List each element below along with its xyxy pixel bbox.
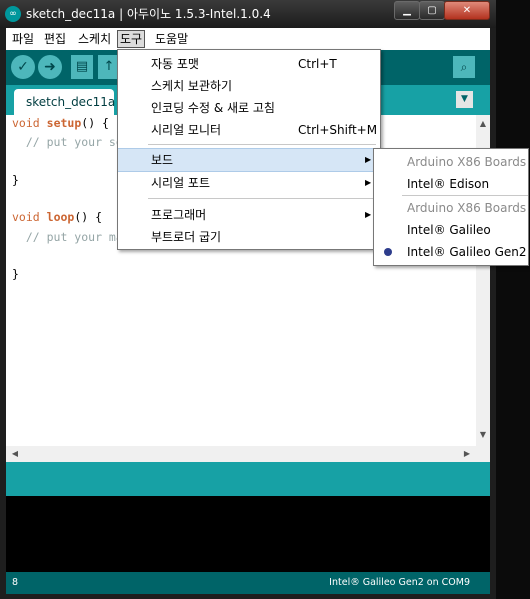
board-item-label: Intel® Galileo: [407, 223, 491, 237]
verify-button[interactable]: ✓: [11, 55, 35, 79]
menu-item-serial-port[interactable]: 시리얼 포트 ▶: [118, 172, 380, 194]
menu-item-label: 보드: [151, 153, 174, 167]
board-group-header: Arduino X86 Boards: [374, 197, 528, 219]
menu-item-archive-sketch[interactable]: 스케치 보관하기: [118, 75, 380, 97]
code-line: void setup() {: [12, 116, 109, 130]
menu-item-label: 시리얼 포트: [151, 176, 211, 190]
board-item-label: Intel® Edison: [407, 177, 490, 191]
window-title: sketch_dec11a | 아두이노 1.5.3-Intel.1.0.4: [26, 7, 271, 21]
board-port-info: Intel® Galileo Gen2 on COM9: [329, 577, 470, 588]
code-line: }: [12, 267, 19, 281]
menu-separator: [402, 195, 528, 196]
board-item-label: Intel® Galileo Gen2: [407, 245, 527, 259]
code-text: () {: [81, 116, 109, 130]
menu-item-label: 시리얼 모니터: [151, 123, 222, 137]
message-area: [6, 462, 490, 496]
menu-item-serial-monitor[interactable]: 시리얼 모니터 Ctrl+Shift+M: [118, 119, 380, 141]
menu-help[interactable]: 도움말: [153, 31, 190, 47]
submenu-arrow-icon: ▶: [365, 155, 372, 164]
menu-separator: [148, 198, 376, 199]
code-line: void loop() {: [12, 210, 102, 224]
menu-item-label: 부트로더 굽기: [151, 230, 222, 244]
menu-item-programmer[interactable]: 프로그래머 ▶: [118, 204, 380, 226]
code-text: () {: [74, 210, 103, 224]
maximize-button[interactable]: ▢: [419, 1, 445, 20]
board-item-edison[interactable]: Intel® Edison: [374, 173, 528, 195]
minimize-button[interactable]: ▁: [394, 1, 420, 20]
line-number: 8: [12, 577, 19, 588]
menu-bar: 파일 편집 스케치 도구 도움말: [6, 28, 490, 50]
board-item-galileo-gen2[interactable]: Intel® Galileo Gen2: [374, 241, 528, 263]
upload-button[interactable]: ➜: [38, 55, 62, 79]
submenu-arrow-icon: ▶: [365, 210, 372, 219]
board-group-label: Arduino X86 Boards: [407, 155, 527, 169]
menu-separator: [148, 144, 376, 145]
menu-item-label: 스케치 보관하기: [151, 79, 233, 93]
keyword-void: void: [12, 116, 40, 130]
scroll-down-icon[interactable]: ▼: [476, 428, 490, 442]
menu-edit[interactable]: 편집: [42, 31, 68, 47]
scroll-up-icon[interactable]: ▲: [476, 117, 490, 131]
menu-item-label: 자동 포맷: [151, 57, 199, 71]
title-bar[interactable]: ∞ sketch_dec11a | 아두이노 1.5.3-Intel.1.0.4…: [0, 0, 496, 28]
horizontal-scrollbar[interactable]: ◀ ▶: [6, 446, 476, 462]
tab-sketch[interactable]: sketch_dec11a: [14, 89, 115, 115]
new-sketch-button[interactable]: ▤: [71, 55, 93, 79]
tools-menu-dropdown: 자동 포맷 Ctrl+T 스케치 보관하기 인코딩 수정 & 새로 고침 시리얼…: [117, 49, 381, 250]
function-name: loop: [46, 210, 75, 224]
radio-selected-icon: [384, 248, 392, 256]
tab-menu-button[interactable]: ▼: [456, 91, 473, 108]
serial-monitor-button[interactable]: ⌕: [453, 56, 475, 78]
keyword-void: void: [12, 210, 40, 224]
board-group-label: Arduino X86 Boards: [407, 201, 527, 215]
menu-sketch[interactable]: 스케치: [76, 31, 113, 47]
scroll-left-icon[interactable]: ◀: [8, 446, 22, 462]
close-button[interactable]: ✕: [444, 1, 490, 20]
menu-item-board[interactable]: 보드 ▶: [118, 148, 380, 172]
code-line: }: [12, 173, 19, 187]
menu-file[interactable]: 파일: [10, 31, 36, 47]
board-item-galileo[interactable]: Intel® Galileo: [374, 219, 528, 241]
board-group-header: Arduino X86 Boards: [374, 151, 528, 173]
menu-tools[interactable]: 도구: [117, 30, 146, 48]
submenu-arrow-icon: ▶: [365, 178, 372, 187]
menu-item-burn-bootloader[interactable]: 부트로더 굽기: [118, 226, 380, 248]
scroll-right-icon[interactable]: ▶: [460, 446, 474, 462]
arduino-logo-icon: ∞: [5, 6, 21, 22]
menu-item-shortcut: Ctrl+T: [298, 57, 337, 71]
menu-item-shortcut: Ctrl+Shift+M: [298, 123, 378, 137]
menu-item-label: 프로그래머: [151, 208, 207, 222]
board-submenu: Arduino X86 Boards Intel® Edison Arduino…: [373, 148, 529, 266]
status-bar: 8 Intel® Galileo Gen2 on COM9: [6, 572, 490, 594]
menu-item-fix-encoding[interactable]: 인코딩 수정 & 새로 고침: [118, 97, 380, 119]
menu-item-label: 인코딩 수정 & 새로 고침: [151, 101, 275, 115]
function-name: setup: [46, 116, 82, 130]
menu-item-auto-format[interactable]: 자동 포맷 Ctrl+T: [118, 53, 380, 75]
